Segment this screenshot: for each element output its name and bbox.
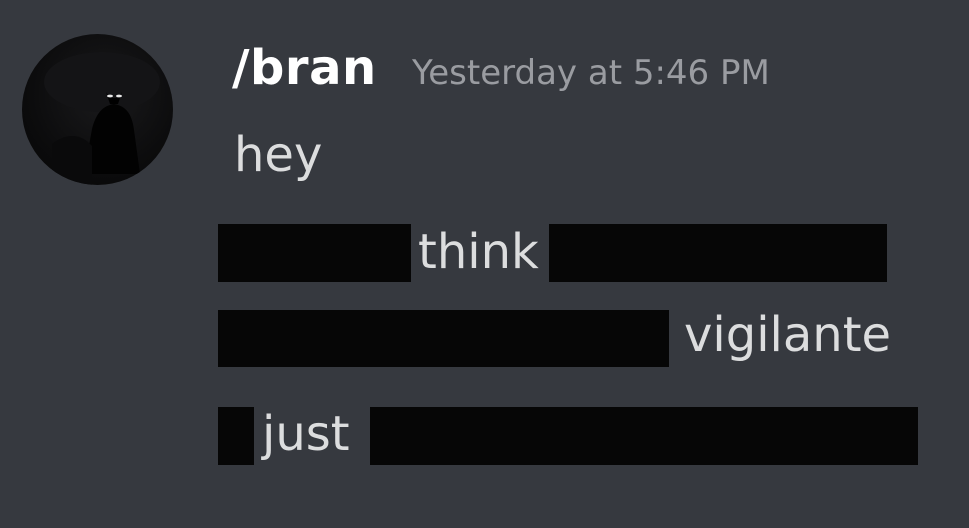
message-line-hey: hey (234, 127, 323, 183)
message-word-vigilante: vigilante (684, 307, 892, 363)
chat-message: /bran Yesterday at 5:46 PM hey think vig… (0, 0, 969, 528)
user-avatar[interactable] (22, 34, 173, 185)
message-word-just: just (262, 406, 350, 462)
message-word-think: think (418, 224, 539, 280)
message-timestamp: Yesterday at 5:46 PM (412, 53, 770, 93)
redaction-block (218, 310, 669, 367)
redaction-block (218, 224, 411, 282)
redaction-block (370, 407, 918, 465)
redaction-block (549, 224, 887, 282)
author-name[interactable]: /bran (232, 40, 377, 96)
redaction-block (218, 407, 254, 465)
silhouette-avatar-icon (44, 52, 160, 185)
